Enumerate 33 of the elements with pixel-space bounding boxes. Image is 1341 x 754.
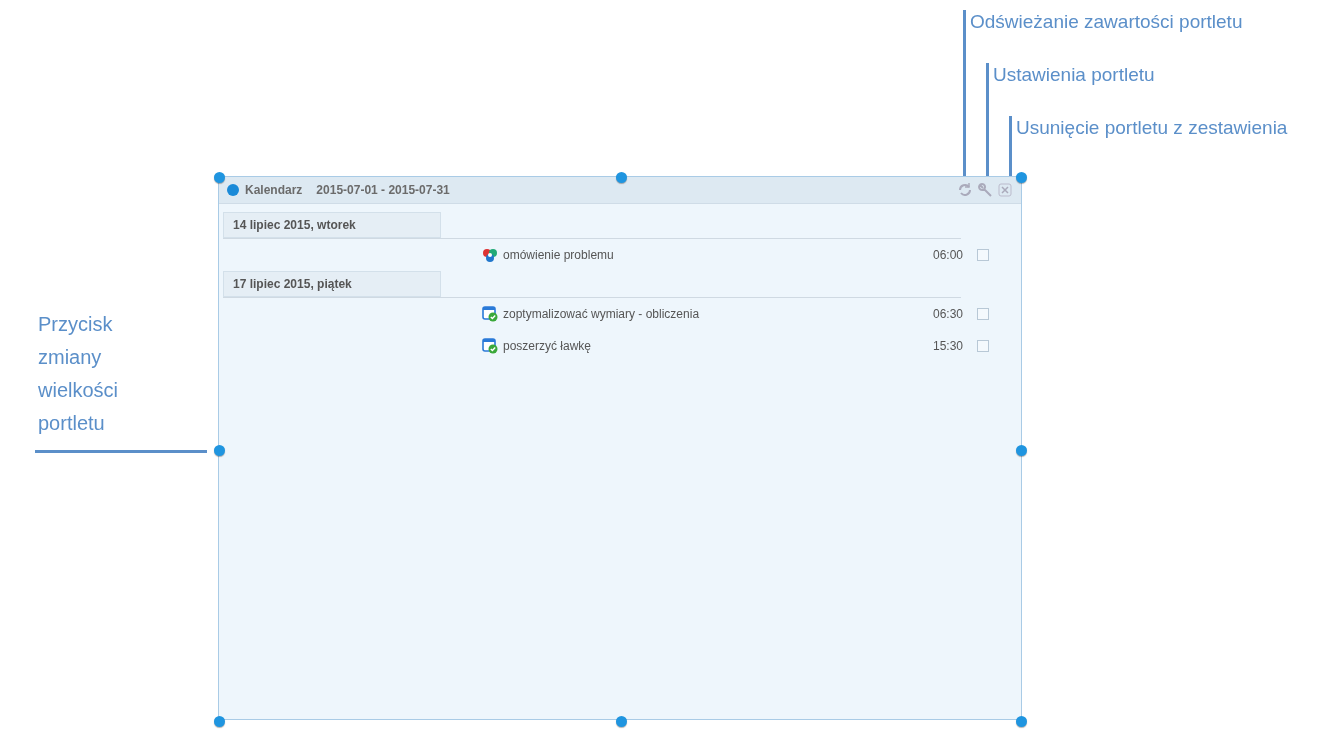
portlet-title: Kalendarz (245, 183, 303, 197)
event-title[interactable]: poszerzyć ławkę (503, 339, 592, 353)
checkbox[interactable] (977, 340, 989, 352)
callout-label: Ustawienia portletu (993, 63, 1155, 87)
meeting-icon (482, 247, 498, 263)
event-time: 15:30 (932, 339, 963, 353)
task-check-icon (482, 338, 498, 354)
resize-handle[interactable] (1016, 445, 1027, 456)
status-dot-icon (227, 184, 239, 196)
refresh-icon[interactable] (957, 182, 973, 198)
callout-label: Odświeżanie zawartości portletu (970, 10, 1243, 34)
checkbox[interactable] (977, 249, 989, 261)
day-header: 17 lipiec 2015, piątek (223, 271, 441, 297)
resize-handle[interactable] (1016, 716, 1027, 727)
checkbox[interactable] (977, 308, 989, 320)
close-icon[interactable] (997, 182, 1013, 198)
resize-handle[interactable] (214, 716, 225, 727)
resize-handle[interactable] (1016, 172, 1027, 183)
callout-label: Przycisk zmiany wielkości portletu (37, 312, 120, 436)
event-time: 06:30 (932, 307, 963, 321)
event-title[interactable]: zoptymalizować wymiary - obliczenia (503, 307, 700, 321)
resize-handle[interactable] (214, 172, 225, 183)
event-time: 06:00 (932, 248, 963, 262)
callout-label: Usunięcie portletu z zestawienia (1016, 116, 1288, 140)
event-title[interactable]: omówienie problemu (503, 248, 614, 262)
day-header: 14 lipiec 2015, wtorek (223, 212, 441, 238)
date-range: 2015-07-01 - 2015-07-31 (316, 183, 450, 197)
task-check-icon (482, 306, 498, 322)
resize-handle[interactable] (616, 172, 627, 183)
wrench-icon[interactable] (977, 182, 993, 198)
resize-handle[interactable] (616, 716, 627, 727)
resize-handle[interactable] (214, 445, 225, 456)
leader-line (1009, 116, 1012, 176)
